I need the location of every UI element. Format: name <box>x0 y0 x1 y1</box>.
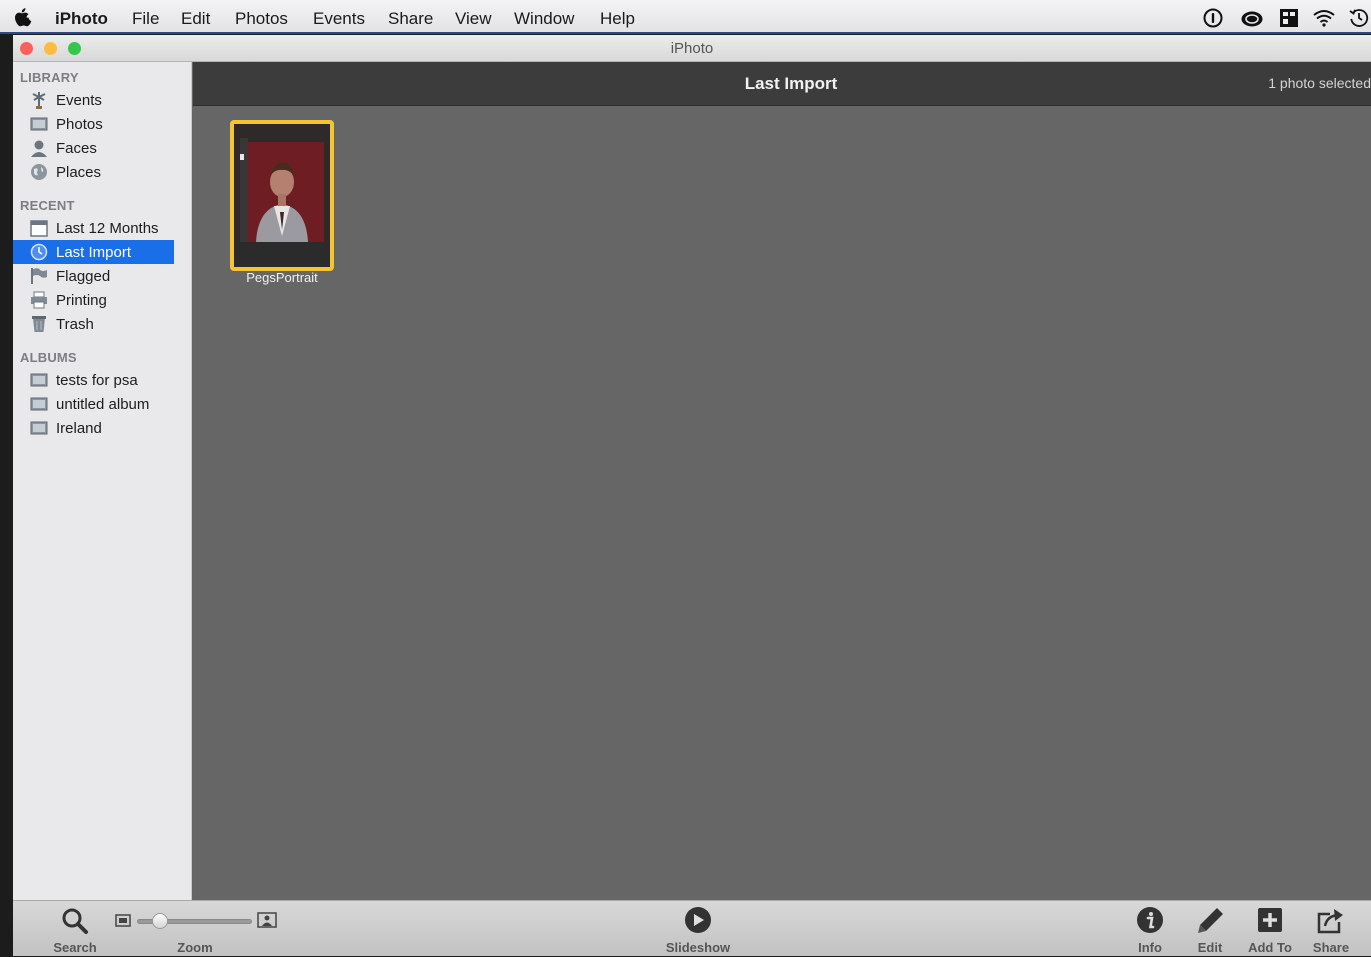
sidebar-item-faces[interactable]: Faces <box>13 136 174 160</box>
sidebar-item-label: Printing <box>56 292 107 309</box>
sidebar-item-label: tests for psa <box>56 372 138 389</box>
calendar-icon <box>30 220 48 237</box>
zoom-small-icon[interactable] <box>115 914 131 927</box>
sidebar-item-events[interactable]: Events <box>13 88 174 112</box>
events-icon <box>32 92 46 109</box>
sidebar-item-label: Places <box>56 164 102 181</box>
sidebar-item-label: Photos <box>56 116 103 133</box>
menu-app[interactable]: iPhoto <box>55 0 108 34</box>
sidebar-item-ireland[interactable]: Ireland <box>13 416 174 440</box>
sidebar-item-label: Flagged <box>56 268 111 285</box>
section-albums: ALBUMS <box>20 350 77 365</box>
printer-icon <box>31 291 47 309</box>
album-icon <box>30 397 48 411</box>
sidebar-item-flagged[interactable]: Flagged <box>13 264 174 288</box>
selection-count: 1 photo selected <box>1268 75 1371 91</box>
places-icon <box>31 164 47 180</box>
add-to-button[interactable]: Add To <box>1239 901 1301 957</box>
sidebar-item-places[interactable]: Places <box>13 160 174 184</box>
play-icon <box>685 907 711 933</box>
sidebar-item-photos[interactable]: Photos <box>13 112 174 136</box>
info-button[interactable]: Info <box>1125 901 1175 957</box>
sidebar-item-untitled-album[interactable]: untitled album <box>13 392 174 416</box>
photo-grid[interactable]: PegsPortrait <box>193 106 1371 900</box>
wifi-icon[interactable] <box>1312 8 1336 28</box>
add-icon <box>1258 908 1282 932</box>
search-label: Search <box>53 940 97 955</box>
sidebar-item-last-12-months[interactable]: Last 12 Months <box>13 216 174 240</box>
trash-icon <box>32 316 46 332</box>
slideshow-label: Slideshow <box>665 940 731 955</box>
search-button[interactable]: Search <box>43 901 107 957</box>
clock-icon <box>30 243 48 261</box>
iphoto-window: iPhoto LIBRARY Events Photos Faces Place… <box>13 35 1371 956</box>
photo-caption: PegsPortrait <box>246 270 318 285</box>
sidebar-item-tests-for-psa[interactable]: tests for psa <box>13 368 174 392</box>
pencil-icon <box>1198 908 1223 933</box>
menu-edit[interactable]: Edit <box>181 0 210 34</box>
info-label: Info <box>1138 940 1162 955</box>
sidebar-item-label: Last 12 Months <box>56 220 159 237</box>
album-icon <box>30 373 48 387</box>
info-icon <box>1137 907 1163 933</box>
menu-file[interactable]: File <box>132 0 159 34</box>
section-library: LIBRARY <box>20 70 79 85</box>
menu-share[interactable]: Share <box>388 0 433 34</box>
sidebar-item-printing[interactable]: Printing <box>13 288 174 312</box>
menu-events[interactable]: Events <box>313 0 365 34</box>
window-title: iPhoto <box>670 40 714 57</box>
sidebar-item-trash[interactable]: Trash <box>13 312 174 336</box>
title-bar: iPhoto <box>13 35 1371 62</box>
sidebar-item-label: Events <box>56 92 102 109</box>
slideshow-button[interactable]: Slideshow <box>658 901 738 957</box>
sidebar-item-label: Trash <box>56 316 94 333</box>
edit-label: Edit <box>1197 940 1223 955</box>
page-title: Last Import <box>744 74 838 93</box>
onepassword-icon[interactable] <box>1203 8 1223 28</box>
flag-icon <box>31 268 47 284</box>
menu-photos[interactable]: Photos <box>235 0 288 34</box>
share-button[interactable]: Share <box>1305 901 1357 957</box>
menu-help[interactable]: Help <box>600 0 635 34</box>
zoom-slider-knob[interactable] <box>151 913 168 929</box>
apple-icon[interactable] <box>14 7 32 27</box>
sidebar-item-last-import[interactable]: Last Import <box>13 240 174 264</box>
share-icon <box>1317 909 1343 934</box>
sidebar: LIBRARY Events Photos Faces Places RECEN… <box>13 62 192 900</box>
add-to-label: Add To <box>1248 940 1292 955</box>
zoom-label: Zoom <box>177 940 213 955</box>
menu-bar: iPhoto File Edit Photos Events Share Vie… <box>0 0 1371 34</box>
sidebar-item-label: untitled album <box>56 396 150 413</box>
portrait-photo <box>234 124 330 267</box>
share-label: Share <box>1312 940 1350 955</box>
search-icon <box>62 908 88 934</box>
section-recent: RECENT <box>20 198 75 213</box>
time-machine-icon[interactable] <box>1349 8 1369 28</box>
photo-thumbnail[interactable] <box>230 120 334 271</box>
edit-button[interactable]: Edit <box>1185 901 1235 957</box>
creative-cloud-icon[interactable] <box>1240 8 1264 28</box>
sidebar-item-label: Last Import <box>56 244 132 261</box>
photos-icon <box>30 117 48 131</box>
mypc-icon[interactable] <box>1279 8 1299 28</box>
album-icon <box>30 421 48 435</box>
bottom-toolbar: Search Zoom Slideshow Info Edit Add To S… <box>13 900 1371 956</box>
faces-icon <box>31 140 47 157</box>
menu-view[interactable]: View <box>455 0 492 34</box>
zoom-large-icon[interactable] <box>257 912 277 928</box>
content-header: Last Import 1 photo selected <box>193 62 1371 106</box>
menu-window[interactable]: Window <box>514 0 574 34</box>
sidebar-item-label: Faces <box>56 140 97 157</box>
sidebar-item-label: Ireland <box>56 420 102 437</box>
